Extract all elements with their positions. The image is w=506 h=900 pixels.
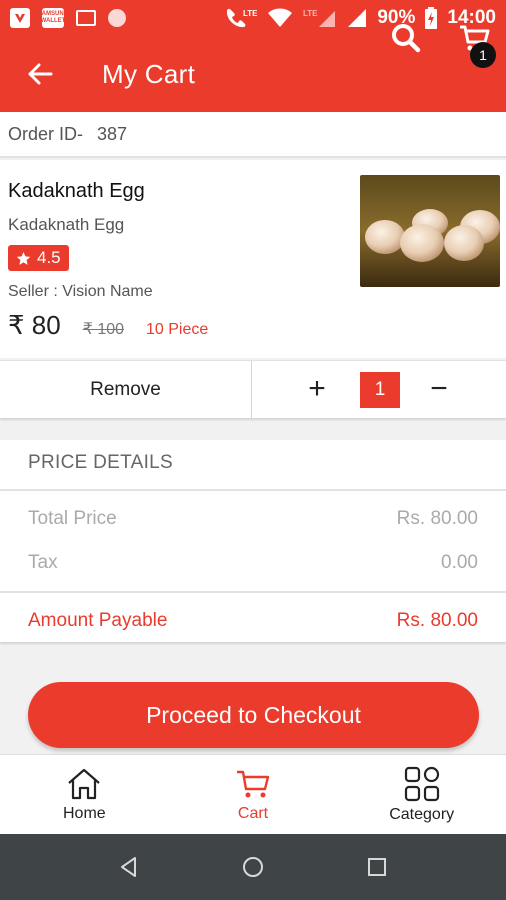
back-button[interactable] [20,54,60,94]
nav-label-home: Home [62,804,106,822]
star-icon [16,251,31,265]
battery-icon [425,7,438,29]
total-price-value: Rs. 80.00 [396,508,478,529]
cart-item-actions: Remove + 1 − [0,360,506,419]
system-home-icon[interactable] [241,855,265,879]
cart-count-badge: 1 [470,42,496,68]
price-details-card: PRICE DETAILS Total Price Rs. 80.00 Tax … [0,440,506,642]
order-id-row: Order ID- 387 [0,112,506,158]
product-unit: 10 Piece [146,321,209,338]
status-bar: SAMSUNG WALLET LTE LTE 90% 14:00 [0,0,506,36]
search-button[interactable] [386,18,426,58]
wallet-notification-icon: SAMSUNG WALLET [38,8,68,28]
cart-icon [237,770,270,797]
nav-item-category[interactable]: Category [337,755,506,834]
remove-button[interactable]: Remove [0,361,252,419]
product-price: ₹ 80 [8,310,61,340]
signal-lte-icon: LTE [303,9,336,27]
arrow-left-icon [28,63,53,85]
decrease-quantity-button[interactable]: − [424,373,454,407]
quantity-value: 1 [360,372,400,408]
proceed-to-checkout-button[interactable]: Proceed to Checkout [28,682,479,748]
system-recents-icon[interactable] [365,855,389,879]
order-id-label: Order ID- [8,123,84,144]
circle-notification-icon [108,9,126,27]
product-card: Kadaknath Egg Kadaknath Egg 4.5 Seller :… [0,160,506,358]
tax-row: Tax 0.00 [28,552,478,574]
nav-item-cart[interactable]: Cart [169,755,338,834]
rating-badge: 4.5 [8,245,69,271]
home-icon [68,768,101,799]
eggs-photo-icon [360,175,500,287]
order-id-value: 387 [97,123,128,144]
product-subtitle: Kadaknath Egg [8,215,125,234]
amount-payable-label: Amount Payable [28,610,168,631]
nav-item-home[interactable]: Home [0,755,169,834]
nav-label-cart: Cart [237,804,269,822]
bottom-navigation: Home Cart Category [0,754,506,834]
total-price-row: Total Price Rs. 80.00 [28,508,478,530]
price-row: ₹ 80 ₹ 100 10 Piece [8,310,208,341]
tax-value: 0.00 [441,552,478,573]
signal-icon [348,9,367,27]
search-icon [392,24,421,53]
phone-lte-icon: LTE [227,8,257,28]
amount-payable-value: Rs. 80.00 [396,610,478,631]
wifi-icon [268,8,293,27]
increase-quantity-button[interactable]: + [302,373,332,407]
page-title: My Cart [102,58,196,89]
nav-label-category: Category [389,805,455,823]
total-price-label: Total Price [28,508,117,529]
system-navigation-bar [0,834,506,900]
app-bar: My Cart [0,36,506,112]
app-notification-icon [10,8,30,28]
svg-text:LTE: LTE [243,9,257,18]
product-name: Kadaknath Egg [8,180,145,202]
product-image [360,175,500,287]
tax-label: Tax [28,552,58,573]
svg-text:LTE: LTE [303,9,318,18]
amount-payable-row: Amount Payable Rs. 80.00 [28,610,478,632]
price-details-title: PRICE DETAILS [28,452,174,473]
image-notification-icon [76,10,96,26]
product-mrp: ₹ 100 [82,321,125,338]
divider [0,591,506,593]
rating-value: 4.5 [37,248,61,267]
divider [0,489,506,491]
quantity-stepper: + 1 − [252,361,506,418]
category-icon [404,766,439,801]
status-notifications: SAMSUNG WALLET [10,8,126,28]
system-back-icon[interactable] [117,855,141,879]
seller-name: Seller : Vision Name [8,283,153,300]
